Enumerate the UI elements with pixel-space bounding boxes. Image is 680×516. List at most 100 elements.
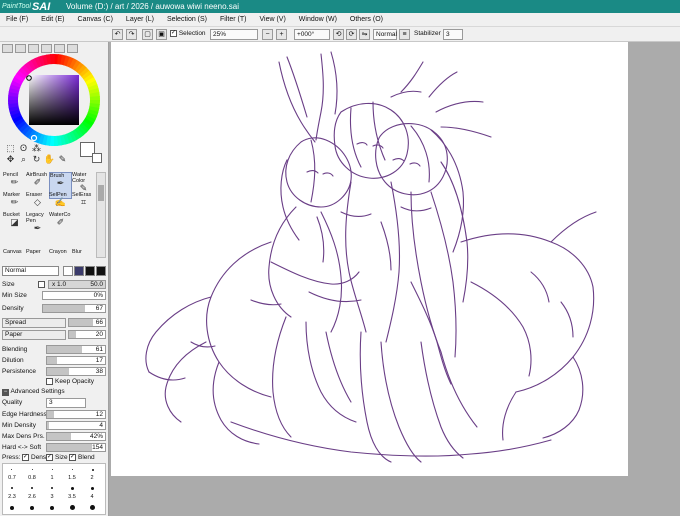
secondary-color-swatch[interactable] <box>92 153 102 163</box>
color-wheel-tab[interactable] <box>2 44 13 53</box>
canvas-viewport[interactable] <box>109 42 680 516</box>
rotation-select[interactable]: +000° <box>294 29 330 40</box>
menu-edit[interactable]: Edit (E) <box>41 16 64 23</box>
menu-window[interactable]: Window (W) <box>299 16 337 23</box>
menu-selection[interactable]: Selection (S) <box>167 16 207 23</box>
brush-size-label[interactable]: 1.5 <box>63 475 81 481</box>
brush-size-label[interactable]: 3 <box>43 494 61 500</box>
brush-size-label[interactable]: 4 <box>83 494 101 500</box>
blending-slider[interactable]: 61 <box>46 345 106 354</box>
brush-size-label[interactable]: 3.5 <box>63 494 81 500</box>
press-dens-checkbox[interactable]: ✓ <box>22 454 29 461</box>
blend-mode-select[interactable]: Normal <box>373 29 397 40</box>
brush-mode-select[interactable]: Normal <box>2 266 59 276</box>
brush-dot[interactable] <box>92 469 94 471</box>
brush-dot[interactable] <box>51 487 53 489</box>
tool-waterco[interactable]: WaterCo ✐ <box>49 212 72 239</box>
shape-round-icon[interactable] <box>74 266 84 276</box>
menu-file[interactable]: File (F) <box>6 16 28 23</box>
brush-dot[interactable] <box>32 469 33 470</box>
scroll-thumb[interactable] <box>98 185 104 201</box>
paper-texture-select[interactable]: Paper <box>2 330 66 340</box>
spread-slider[interactable]: 66 <box>68 318 106 327</box>
magic-wand-icon[interactable]: ⁂ <box>30 143 43 154</box>
size-slider[interactable]: x 1.0 50.0 <box>48 280 106 289</box>
texture-paper[interactable]: Paper <box>26 249 49 255</box>
brush-dot[interactable] <box>50 506 54 510</box>
tool-legacy-pen[interactable]: Legacy Pen ✒ <box>26 212 49 239</box>
advanced-settings-header[interactable]: − Advanced Settings <box>2 388 65 396</box>
collapse-icon[interactable]: − <box>2 389 9 396</box>
brush-size-label[interactable]: 0.7 <box>3 475 21 481</box>
rgb-slider-tab[interactable] <box>15 44 26 53</box>
texture-crayon[interactable]: Crayon <box>49 249 72 255</box>
texture-blur[interactable]: Blur <box>72 249 95 255</box>
brush-dot[interactable] <box>10 506 14 510</box>
hsv-slider-tab[interactable] <box>28 44 39 53</box>
texture-canvas[interactable]: Canvas <box>3 249 26 255</box>
zoom-out-icon[interactable]: − <box>262 29 273 40</box>
tool-bucket[interactable]: Bucket ◪ <box>3 212 26 239</box>
brush-dot[interactable] <box>72 469 73 470</box>
edge-hardness-slider[interactable]: 12 <box>46 410 106 419</box>
quality-select[interactable]: 3 <box>46 398 86 408</box>
zoom-in-icon[interactable]: + <box>276 29 287 40</box>
navigator-tab[interactable] <box>67 44 78 53</box>
shape-square-icon[interactable] <box>96 266 106 276</box>
brush-size-label[interactable]: 2.3 <box>3 494 21 500</box>
deselect-icon[interactable]: ▢ <box>142 29 153 40</box>
persistence-slider[interactable]: 38 <box>46 367 106 376</box>
redo-icon[interactable]: ↷ <box>126 29 137 40</box>
brush-dot[interactable] <box>70 505 75 510</box>
canvas-sketch[interactable] <box>111 42 628 476</box>
rotate-left-icon[interactable]: ⟲ <box>333 29 344 40</box>
eyedropper-icon[interactable]: ✎ <box>56 154 69 165</box>
menu-canvas[interactable]: Canvas (C) <box>78 16 113 23</box>
min-size-slider[interactable]: 0% <box>42 291 106 300</box>
selection-toggle[interactable]: ✓ Selection <box>170 30 206 37</box>
hand-icon[interactable]: ✋ <box>43 154 56 165</box>
size-mult-checkbox[interactable] <box>38 281 45 288</box>
brush-dot[interactable] <box>31 487 33 489</box>
min-density-slider[interactable]: 4 <box>46 421 106 430</box>
stabilizer-icon[interactable]: ≡ <box>399 29 410 40</box>
move-icon[interactable]: ✥ <box>4 154 17 165</box>
menu-others[interactable]: Others (O) <box>350 16 383 23</box>
color-wheel[interactable] <box>6 54 106 150</box>
zoom-tool-icon[interactable]: ⌕ <box>17 154 30 165</box>
max-dens-slider[interactable]: 42% <box>46 432 106 441</box>
press-blend-checkbox[interactable]: ✓ <box>69 454 76 461</box>
flip-icon[interactable]: ⇋ <box>359 29 370 40</box>
zoom-select[interactable]: 25% <box>210 29 258 40</box>
brush-dot[interactable] <box>11 469 12 470</box>
scratchpad-tab[interactable] <box>54 44 65 53</box>
tool-seleras[interactable]: SelEras ⌗ <box>72 192 95 219</box>
brush-dot[interactable] <box>11 487 13 489</box>
menu-filter[interactable]: Filter (T) <box>220 16 246 23</box>
spread-texture-select[interactable]: Spread <box>2 318 66 328</box>
undo-icon[interactable]: ↶ <box>112 29 123 40</box>
invert-selection-icon[interactable]: ▣ <box>156 29 167 40</box>
brush-dot[interactable] <box>52 469 53 470</box>
brush-size-label[interactable]: 2 <box>83 475 101 481</box>
press-size-checkbox[interactable]: ✓ <box>46 454 53 461</box>
paper-slider[interactable]: 20 <box>68 330 106 339</box>
dilution-slider[interactable]: 17 <box>46 356 106 365</box>
brush-size-label[interactable]: 2.6 <box>23 494 41 500</box>
brush-size-label[interactable]: 0.8 <box>23 475 41 481</box>
rect-select-icon[interactable]: ⬚ <box>4 143 17 154</box>
stabilizer-select[interactable]: 3 <box>443 29 463 40</box>
keep-opacity-checkbox[interactable] <box>46 378 53 385</box>
rotate-tool-icon[interactable]: ↻ <box>30 154 43 165</box>
shape-flat-icon[interactable] <box>63 266 73 276</box>
swatches-tab[interactable] <box>41 44 52 53</box>
lasso-icon[interactable]: ʘ <box>17 143 30 154</box>
brush-dot[interactable] <box>71 487 74 490</box>
hard-soft-slider[interactable]: 154 <box>46 443 106 452</box>
brush-dot[interactable] <box>91 487 94 490</box>
rotate-right-icon[interactable]: ⟳ <box>346 29 357 40</box>
brush-dot[interactable] <box>90 505 95 510</box>
selection-checkbox[interactable]: ✓ <box>170 30 177 37</box>
brush-dot[interactable] <box>30 506 34 510</box>
density-slider[interactable]: 67 <box>42 304 106 313</box>
